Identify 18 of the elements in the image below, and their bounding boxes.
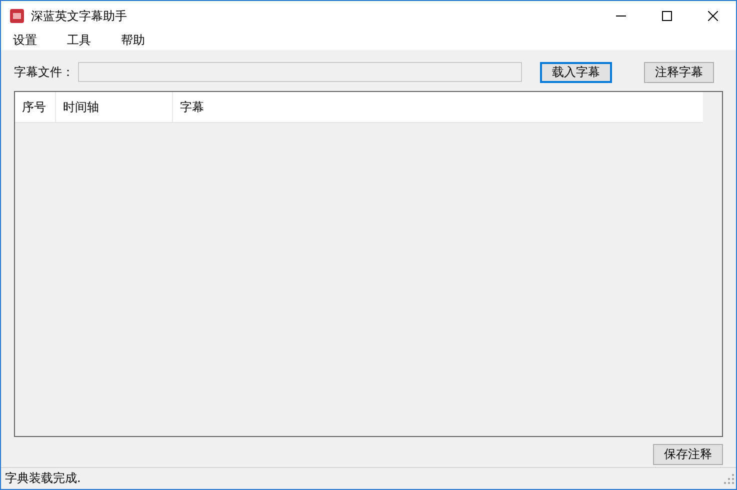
push-button[interactable]: 注释字幕 — [644, 62, 714, 83]
menu-item[interactable]: 工具 — [63, 32, 95, 50]
file-field[interactable] — [78, 62, 522, 82]
save-button[interactable]: 保存注释 — [653, 444, 723, 466]
resize-grip-icon[interactable] — [724, 474, 734, 484]
status-text: 字典装载完成. — [5, 470, 81, 488]
app-icon — [9, 8, 25, 24]
column-header[interactable]: 序号 — [15, 92, 56, 122]
maximize-icon[interactable] — [662, 11, 672, 21]
push-button[interactable]: 载入字幕 — [540, 62, 612, 83]
menu-item[interactable]: 帮助 — [117, 32, 149, 50]
column-header[interactable]: 时间轴 — [56, 92, 173, 122]
menu-item[interactable]: 设置 — [9, 32, 41, 50]
column-header[interactable]: 字幕 — [173, 92, 703, 122]
subtitle-list[interactable]: 序号 时间轴 字幕 — [14, 91, 723, 438]
close-icon[interactable] — [708, 11, 718, 21]
window-title: 深蓝英文字幕助手 — [31, 8, 127, 24]
field-label: 字幕文件： — [14, 64, 74, 81]
